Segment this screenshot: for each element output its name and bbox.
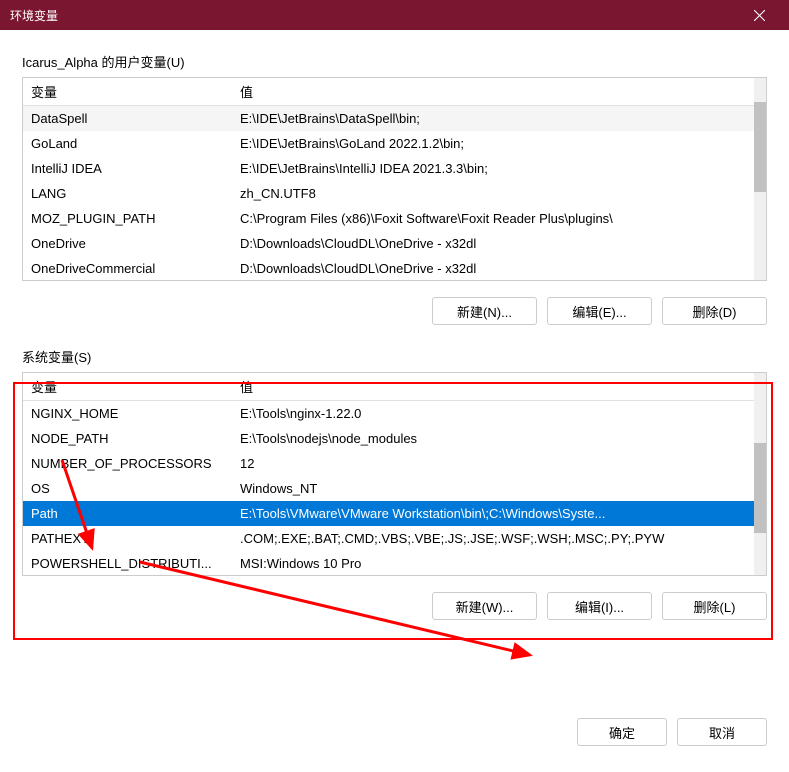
system-new-button[interactable]: 新建(W)... <box>432 592 537 620</box>
user-vars-label: Icarus_Alpha 的用户变量(U) <box>22 52 767 71</box>
system-delete-button[interactable]: 删除(L) <box>662 592 767 620</box>
scrollbar-thumb[interactable] <box>754 102 766 192</box>
cancel-button[interactable]: 取消 <box>677 718 767 746</box>
user-vars-table-container: 变量 值 DataSpellE:\IDE\JetBrains\DataSpell… <box>22 77 767 281</box>
system-header-variable[interactable]: 变量 <box>23 373 232 401</box>
close-icon <box>754 10 765 21</box>
table-row[interactable]: OSWindows_NT <box>23 476 754 501</box>
user-header-variable[interactable]: 变量 <box>23 78 232 106</box>
system-vars-scrollbar[interactable] <box>754 373 766 575</box>
table-row[interactable]: IntelliJ IDEAE:\IDE\JetBrains\IntelliJ I… <box>23 156 754 181</box>
table-row[interactable]: MOZ_PLUGIN_PATHC:\Program Files (x86)\Fo… <box>23 206 754 231</box>
table-row[interactable]: OneDriveD:\Downloads\CloudDL\OneDrive - … <box>23 231 754 256</box>
dialog-body: Icarus_Alpha 的用户变量(U) 变量 值 DataSpellE:\I… <box>0 30 789 772</box>
table-row[interactable]: NGINX_HOMEE:\Tools\nginx-1.22.0 <box>23 401 754 427</box>
system-vars-label: 系统变量(S) <box>22 347 767 366</box>
user-new-button[interactable]: 新建(N)... <box>432 297 537 325</box>
system-vars-table[interactable]: 变量 值 NGINX_HOMEE:\Tools\nginx-1.22.0 NOD… <box>23 373 754 576</box>
user-vars-scrollbar[interactable] <box>754 78 766 280</box>
system-header-value[interactable]: 值 <box>232 373 754 401</box>
system-vars-buttons: 新建(W)... 编辑(I)... 删除(L) <box>22 592 767 620</box>
table-row[interactable]: PATHEXT.COM;.EXE;.BAT;.CMD;.VBS;.VBE;.JS… <box>23 526 754 551</box>
scrollbar-thumb[interactable] <box>754 443 766 533</box>
table-row[interactable]: OneDriveCommercialD:\Downloads\CloudDL\O… <box>23 256 754 281</box>
titlebar: 环境变量 <box>0 0 789 30</box>
table-row[interactable]: POWERSHELL_DISTRIBUTI...MSI:Windows 10 P… <box>23 551 754 576</box>
user-header-value[interactable]: 值 <box>232 78 754 106</box>
user-edit-button[interactable]: 编辑(E)... <box>547 297 652 325</box>
user-vars-table[interactable]: 变量 值 DataSpellE:\IDE\JetBrains\DataSpell… <box>23 78 754 281</box>
ok-button[interactable]: 确定 <box>577 718 667 746</box>
user-delete-button[interactable]: 删除(D) <box>662 297 767 325</box>
user-vars-buttons: 新建(N)... 编辑(E)... 删除(D) <box>22 297 767 325</box>
system-edit-button[interactable]: 编辑(I)... <box>547 592 652 620</box>
close-button[interactable] <box>739 0 779 30</box>
table-row[interactable]: GoLandE:\IDE\JetBrains\GoLand 2022.1.2\b… <box>23 131 754 156</box>
table-row-selected[interactable]: PathE:\Tools\VMware\VMware Workstation\b… <box>23 501 754 526</box>
dialog-footer-buttons: 确定 取消 <box>22 718 767 762</box>
window-title: 环境变量 <box>10 7 739 24</box>
table-row[interactable]: NUMBER_OF_PROCESSORS12 <box>23 451 754 476</box>
table-row[interactable]: NODE_PATHE:\Tools\nodejs\node_modules <box>23 426 754 451</box>
table-row[interactable]: LANGzh_CN.UTF8 <box>23 181 754 206</box>
table-row[interactable]: DataSpellE:\IDE\JetBrains\DataSpell\bin; <box>23 106 754 132</box>
system-vars-table-container: 变量 值 NGINX_HOMEE:\Tools\nginx-1.22.0 NOD… <box>22 372 767 576</box>
